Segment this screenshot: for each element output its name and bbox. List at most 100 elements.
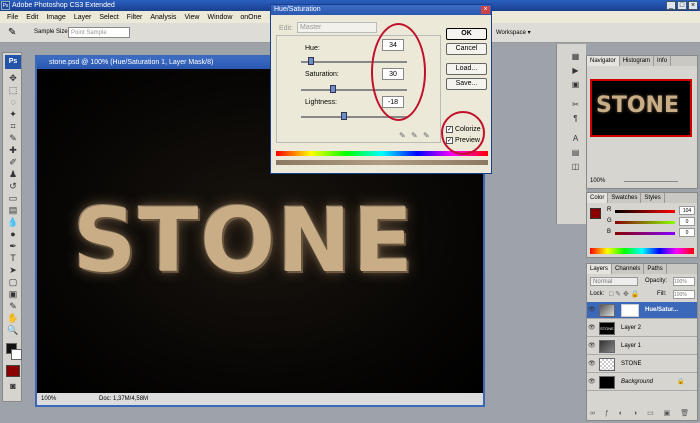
clone-panel-icon[interactable]: ▤ xyxy=(570,148,581,157)
visibility-eye-icon[interactable]: 👁 xyxy=(588,324,596,332)
sample-size-select[interactable]: Point Sample xyxy=(68,27,130,38)
saturation-slider-thumb[interactable] xyxy=(329,85,336,93)
load-button[interactable]: Load... xyxy=(446,63,487,75)
visibility-eye-icon[interactable]: 👁 xyxy=(588,342,596,350)
menu-filter[interactable]: Filter xyxy=(123,14,147,21)
lock-icons[interactable]: □ ✎ ✥ 🔒 xyxy=(609,290,640,298)
tab-swatches[interactable]: Swatches xyxy=(608,193,642,203)
minimize-button[interactable]: _ xyxy=(666,1,676,10)
tools-panel-icon[interactable]: ✂ xyxy=(570,100,581,109)
layer-row-layer-1[interactable]: 👁 Layer 1 xyxy=(587,338,697,355)
crop-tool-icon[interactable]: ⌗ xyxy=(7,121,19,131)
eyedropper-tool-icon[interactable]: ✎ xyxy=(8,27,16,38)
history-brush-icon[interactable]: ↺ xyxy=(7,181,19,191)
brushes-panel-icon[interactable]: ▣ xyxy=(570,80,581,89)
navigator-panel: Navigator Histogram Info STONE 100% xyxy=(586,55,698,189)
save-button[interactable]: Save... xyxy=(446,78,487,90)
menu-file[interactable]: File xyxy=(3,14,22,21)
healing-brush-icon[interactable]: ✚ xyxy=(7,145,19,155)
color-spectrum-bar[interactable] xyxy=(590,248,694,254)
blur-tool-icon[interactable]: 💧 xyxy=(7,217,19,227)
navigator-zoom-slider[interactable] xyxy=(624,181,678,182)
visibility-eye-icon[interactable]: 👁 xyxy=(588,360,596,368)
tab-paths[interactable]: Paths xyxy=(644,264,667,274)
dialog-close-button[interactable]: × xyxy=(481,6,490,14)
zoom-level[interactable]: 100% xyxy=(41,393,56,405)
tab-color[interactable]: Color xyxy=(587,193,609,203)
brush-tool-icon[interactable]: ✐ xyxy=(7,157,19,167)
edit-select[interactable]: Master xyxy=(297,22,377,33)
quick-mask-icon[interactable]: ◙ xyxy=(7,381,19,391)
stamp-tool-icon[interactable]: ♟ xyxy=(7,169,19,179)
tab-layers[interactable]: Layers xyxy=(587,264,613,274)
tab-styles[interactable]: Styles xyxy=(641,193,665,203)
paragraph-panel-icon[interactable]: ¶ xyxy=(570,114,581,123)
opacity-input[interactable]: 100% xyxy=(673,277,695,286)
visibility-eye-icon[interactable]: 👁 xyxy=(588,306,596,314)
layer-row-background[interactable]: 👁 Background 🔒 xyxy=(587,374,697,391)
color-g-slider[interactable] xyxy=(615,221,675,224)
color-g-label: G xyxy=(607,218,612,224)
background-color-swatch[interactable] xyxy=(11,349,22,360)
history-panel-icon[interactable]: ▦ xyxy=(570,52,581,61)
navigator-zoom-value[interactable]: 100% xyxy=(590,178,605,184)
close-button[interactable]: × xyxy=(688,1,698,10)
blend-mode-select[interactable]: Normal xyxy=(590,277,638,286)
menu-onone[interactable]: onOne xyxy=(236,14,265,21)
type-tool-icon[interactable]: T xyxy=(7,253,19,263)
menu-view[interactable]: View xyxy=(180,14,203,21)
menu-select[interactable]: Select xyxy=(95,14,122,21)
character-panel-icon[interactable]: A xyxy=(570,134,581,143)
eyedropper-add-icon[interactable]: ✎ xyxy=(411,131,418,140)
lasso-tool-icon[interactable]: ◌ xyxy=(7,97,19,107)
tab-navigator[interactable]: Navigator xyxy=(587,56,620,66)
gradient-tool-icon[interactable]: ▤ xyxy=(7,205,19,215)
path-select-icon[interactable]: ➤ xyxy=(7,265,19,275)
move-tool-icon[interactable]: ✥ xyxy=(7,73,19,83)
layer-row-layer-2[interactable]: 👁 STONE Layer 2 xyxy=(587,320,697,337)
eraser-tool-icon[interactable]: ▭ xyxy=(7,193,19,203)
navigator-preview[interactable]: STONE xyxy=(590,79,692,137)
menu-image[interactable]: Image xyxy=(42,14,69,21)
color-r-slider[interactable] xyxy=(615,210,675,213)
tab-channels[interactable]: Channels xyxy=(612,264,645,274)
pen-tool-icon[interactable]: ✒ xyxy=(7,241,19,251)
menu-layer[interactable]: Layer xyxy=(70,14,96,21)
tab-histogram[interactable]: Histogram xyxy=(620,56,655,66)
color-b-value[interactable]: 0 xyxy=(679,228,695,237)
layer-row-stone[interactable]: 👁 STONE xyxy=(587,356,697,373)
fill-input[interactable]: 100% xyxy=(673,290,695,299)
magic-wand-tool-icon[interactable]: ✦ xyxy=(7,109,19,119)
eyedropper-sample-icon[interactable]: ✎ xyxy=(399,131,406,140)
actions-panel-icon[interactable]: ▶ xyxy=(570,66,581,75)
maximize-button[interactable]: □ xyxy=(677,1,687,10)
dodge-tool-icon[interactable]: ● xyxy=(7,229,19,239)
eyedropper-icon[interactable]: ✎ xyxy=(7,133,19,143)
lightness-slider-thumb[interactable] xyxy=(341,112,348,120)
ok-button[interactable]: OK xyxy=(446,28,487,40)
hue-slider-thumb[interactable] xyxy=(308,57,314,65)
layer-row-hue-saturation[interactable]: 👁 Hue/Satur... xyxy=(587,302,697,319)
color-foreground-swatch[interactable] xyxy=(590,208,601,219)
color-b-slider[interactable] xyxy=(615,232,675,235)
shape-tool-icon[interactable]: ▢ xyxy=(7,277,19,287)
layer-mask-thumb[interactable] xyxy=(621,304,639,317)
color-g-value[interactable]: 0 xyxy=(679,217,695,226)
marquee-tool-icon[interactable]: ⬚ xyxy=(7,85,19,95)
quick-color-swatch[interactable] xyxy=(6,365,20,377)
menu-edit[interactable]: Edit xyxy=(22,14,42,21)
eyedropper-subtract-icon[interactable]: ✎ xyxy=(423,131,430,140)
visibility-eye-icon[interactable]: 👁 xyxy=(588,378,596,386)
cancel-button[interactable]: Cancel xyxy=(446,43,487,55)
hand-tool-icon[interactable]: ✋ xyxy=(7,313,19,323)
layer-comps-icon[interactable]: ◫ xyxy=(570,162,581,171)
menu-analysis[interactable]: Analysis xyxy=(146,14,180,21)
menu-window[interactable]: Window xyxy=(203,14,236,21)
eyedropper2-icon[interactable]: ✎ xyxy=(7,301,19,311)
workspace-menu[interactable]: Workspace ▾ xyxy=(496,29,531,36)
tab-info[interactable]: Info xyxy=(654,56,672,66)
zoom-tool-icon[interactable]: 🔍 xyxy=(7,325,19,335)
notes-tool-icon[interactable]: ▣ xyxy=(7,289,19,299)
layers-footer-icons[interactable]: ∞ ƒ ◐ ◑ ▭ ▣ 🗑 xyxy=(590,409,694,419)
color-r-value[interactable]: 104 xyxy=(679,206,695,215)
